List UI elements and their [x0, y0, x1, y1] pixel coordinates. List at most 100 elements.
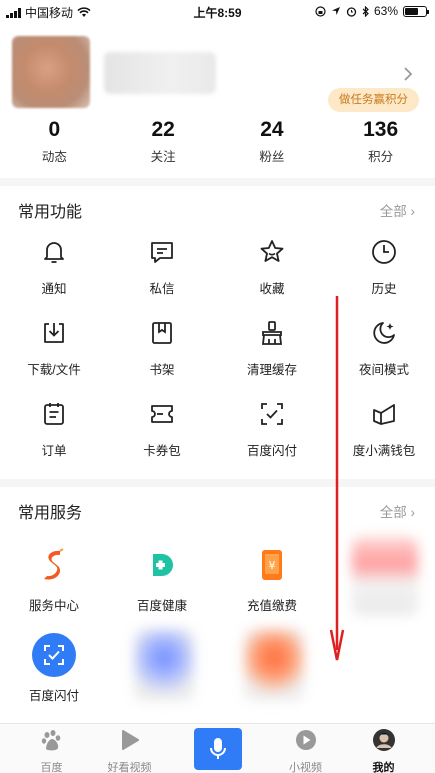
service-label: 百度健康 [136, 599, 187, 613]
order-icon [44, 403, 64, 425]
function-dxm-wallet[interactable]: 度小满钱包 [330, 400, 435, 459]
function-messages[interactable]: 私信 [108, 238, 216, 297]
wallet-icon [373, 404, 395, 425]
microphone-icon [210, 738, 226, 759]
function-history[interactable]: 历史 [330, 238, 435, 297]
tab-small-video[interactable]: 小视频 [262, 724, 349, 773]
voice-search-button[interactable] [194, 728, 242, 770]
stat-value: 24 [260, 118, 284, 141]
blurred-service-tile[interactable] [244, 629, 304, 701]
see-all-link[interactable]: 全部 › [380, 501, 415, 521]
stat-label: 粉丝 [259, 150, 285, 164]
see-all-label: 全部 [379, 204, 407, 219]
function-downloads[interactable]: 下载/文件 [0, 319, 108, 378]
function-label: 书架 [149, 363, 175, 377]
lock-rotation-icon [315, 5, 326, 17]
user-avatar-icon [372, 729, 395, 751]
tab-label: 百度 [40, 762, 63, 773]
section-title: 常用功能 [18, 204, 83, 221]
bell-icon [44, 242, 64, 263]
common-services-section: 常用服务 全部 › 服务中心 百度健康 ¥ 充值缴费 百度闪付 [0, 487, 435, 723]
status-bar: 中国移动 上午8:59 63% [0, 0, 435, 22]
stat-posts[interactable]: 0 动态 [0, 118, 109, 165]
tab-label: 小视频 [289, 762, 322, 773]
function-label: 历史 [371, 282, 397, 296]
battery-icon [403, 5, 429, 17]
profile-card[interactable]: 做任务赢积分 0 动态 22 关注 24 粉丝 136 积分 [0, 22, 435, 178]
location-icon [331, 7, 340, 15]
moon-icon [373, 322, 395, 344]
common-functions-section: 常用功能 全部 › 通知 私信 收藏 历史 下载/文件 书架 清理缓存 夜间模式… [0, 186, 435, 479]
service-label: 充值缴费 [246, 599, 297, 613]
username-blurred[interactable] [104, 52, 216, 94]
bookmark-icon [152, 322, 172, 344]
profile-stats: 0 动态 22 关注 24 粉丝 136 积分 [0, 118, 435, 165]
broom-icon [261, 321, 283, 345]
stat-points[interactable]: 136 积分 [326, 118, 435, 165]
star-icon [260, 240, 284, 262]
tab-baidu[interactable]: 百度 [8, 724, 95, 773]
message-icon [151, 242, 173, 263]
function-label: 收藏 [259, 282, 285, 296]
function-bookshelf[interactable]: 书架 [108, 319, 216, 378]
chevron-right-icon: › [410, 505, 416, 520]
stat-value: 22 [151, 118, 175, 141]
tab-me[interactable]: 我的 [340, 724, 427, 773]
function-label: 度小满钱包 [352, 444, 416, 458]
blurred-service-tile[interactable] [134, 629, 194, 701]
health-icon [140, 543, 184, 587]
baidu-paw-icon [41, 730, 60, 751]
stat-value: 136 [363, 118, 399, 141]
function-label: 夜间模式 [358, 363, 409, 377]
function-night-mode[interactable]: 夜间模式 [330, 319, 435, 378]
function-orders[interactable]: 订单 [0, 400, 108, 459]
status-right: 63% [315, 4, 429, 18]
coupon-icon [151, 405, 173, 423]
function-coupons[interactable]: 卡券包 [108, 400, 216, 459]
bottom-tab-bar: 百度 好看视频 小视频 我的 [0, 723, 435, 773]
service-baidu-pay[interactable]: 百度闪付 [0, 633, 108, 704]
function-label: 私信 [149, 282, 175, 296]
play-icon [121, 730, 139, 750]
avatar[interactable] [12, 36, 90, 108]
function-label: 卡券包 [143, 444, 181, 458]
function-clear-cache[interactable]: 清理缓存 [218, 319, 326, 378]
service-label: 百度闪付 [28, 689, 79, 703]
recharge-icon: ¥ [250, 543, 294, 587]
tab-label: 我的 [372, 762, 395, 773]
stat-label: 积分 [368, 150, 394, 164]
service-health[interactable]: 百度健康 [108, 543, 216, 614]
function-baidu-pay[interactable]: 百度闪付 [218, 400, 326, 459]
small-video-icon [295, 730, 316, 750]
blurred-service-tile[interactable] [352, 537, 418, 615]
service-label: 服务中心 [28, 599, 79, 613]
chevron-right-icon[interactable] [403, 62, 413, 88]
task-reward-badge[interactable]: 做任务赢积分 [328, 88, 419, 112]
alarm-icon [346, 6, 357, 17]
me-page: 中国移动 上午8:59 63% 做任务赢积分 0 动态 22 关注 24 粉丝 136… [0, 0, 435, 773]
stat-followers[interactable]: 24 粉丝 [218, 118, 327, 165]
scan-check-icon [261, 403, 283, 425]
chevron-right-icon: › [410, 204, 416, 219]
service-recharge[interactable]: ¥ 充值缴费 [218, 543, 326, 614]
battery-percent: 63% [373, 4, 398, 18]
function-label: 订单 [41, 444, 67, 458]
function-notifications[interactable]: 通知 [0, 238, 108, 297]
function-label: 百度闪付 [246, 444, 297, 458]
tab-haokan-video[interactable]: 好看视频 [86, 724, 173, 773]
see-all-link[interactable]: 全部 › [380, 200, 415, 220]
function-label: 通知 [41, 282, 67, 296]
clock-icon [372, 240, 396, 264]
tab-label: 好看视频 [107, 762, 152, 773]
service-center-icon [32, 543, 76, 587]
stat-label: 动态 [41, 150, 67, 164]
stat-label: 关注 [150, 150, 176, 164]
function-label: 清理缓存 [246, 363, 297, 377]
stat-following[interactable]: 22 关注 [109, 118, 218, 165]
scan-pay-icon [32, 633, 76, 677]
function-label: 下载/文件 [27, 363, 81, 377]
service-center[interactable]: 服务中心 [0, 543, 108, 614]
function-favorites[interactable]: 收藏 [218, 238, 326, 297]
stat-value: 0 [48, 118, 61, 141]
section-title: 常用服务 [18, 505, 83, 522]
